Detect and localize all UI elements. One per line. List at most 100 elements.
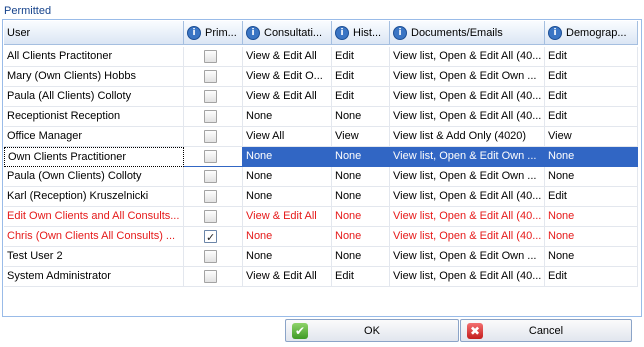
table-row[interactable]: Paula (Own Clients) Colloty None None View … [4,167,638,187]
cell-history[interactable]: None [332,207,390,227]
cell-user[interactable]: System Administrator [4,267,184,287]
column-header-demographics[interactable]: i Demograp... [545,21,638,44]
cell-user[interactable]: Karl (Reception) Kruszelnicki [4,187,184,207]
info-icon[interactable]: i [548,25,562,40]
column-header-user[interactable]: User [4,21,184,44]
cell-documents[interactable]: View list, Open & Edit All (40... [390,207,545,227]
cell-history[interactable]: Edit [332,47,390,67]
cell-consultations[interactable]: None [243,187,332,207]
table-row[interactable]: All Clients Practitoner View & Edit All Ed… [4,47,638,67]
table-row[interactable]: Mary (Own Clients) Hobbs View & Edit O...… [4,67,638,87]
primary-checkbox[interactable] [204,190,217,203]
table-row[interactable]: Karl (Reception) Kruszelnicki None None Vie… [4,187,638,207]
cell-demographics[interactable]: None [545,207,638,227]
cell-consultations[interactable]: View & Edit All [243,47,332,67]
cell-demographics[interactable]: Edit [545,107,638,127]
cancel-button[interactable]: ✖ Cancel [460,319,632,342]
cell-history[interactable]: Edit [332,267,390,287]
column-header-history[interactable]: i Hist... [332,21,390,44]
primary-checkbox[interactable] [204,210,217,223]
cell-documents[interactable]: View list, Open & Edit Own ... [390,167,545,187]
cell-consultations[interactable]: None [243,227,332,247]
cell-demographics[interactable]: None [545,147,638,167]
cell-demographics[interactable]: Edit [545,187,638,207]
cell-primary [184,267,243,287]
cell-consultations[interactable]: None [243,247,332,267]
primary-checkbox[interactable] [204,110,217,123]
cell-consultations[interactable]: None [243,147,332,167]
primary-checkbox[interactable] [204,70,217,83]
cell-demographics[interactable]: Edit [545,87,638,107]
ok-button[interactable]: ✔ OK [285,319,459,342]
table-row[interactable]: Receptionist Reception None None View list,… [4,107,638,127]
cell-demographics[interactable]: None [545,247,638,267]
cell-documents[interactable]: View list, Open & Edit Own ... [390,67,545,87]
cell-demographics[interactable]: None [545,167,638,187]
cell-consultations[interactable]: View & Edit All [243,207,332,227]
cell-user[interactable]: Chris (Own Clients All Consults) ... [4,227,184,247]
info-icon[interactable]: i [187,25,201,40]
cell-user[interactable]: Test User 2 [4,247,184,267]
cancel-icon: ✖ [467,323,483,339]
primary-checkbox[interactable] [204,170,217,183]
cell-demographics[interactable]: View [545,127,638,147]
table-row[interactable]: Own Clients Practitioner None None View lis… [4,147,638,167]
info-icon[interactable]: i [393,25,407,40]
primary-checkbox[interactable] [204,150,217,163]
column-header-primary[interactable]: i Prim... [184,21,243,44]
cell-documents[interactable]: View list, Open & Edit All (40... [390,47,545,67]
cell-documents[interactable]: View list & Add Only (4020) [390,127,545,147]
cell-user[interactable]: Mary (Own Clients) Hobbs [4,67,184,87]
info-icon[interactable]: i [335,25,349,40]
cell-user[interactable]: Office Manager [4,127,184,147]
cell-history[interactable]: None [332,107,390,127]
permissions-grid[interactable]: User i Prim... i Consultati... i Hist...… [4,21,638,313]
cell-user[interactable]: Receptionist Reception [4,107,184,127]
column-header-documents[interactable]: i Documents/Emails [390,21,545,44]
cell-demographics[interactable]: Edit [545,67,638,87]
cell-user[interactable]: Paula (All Clients) Colloty [4,87,184,107]
cell-user[interactable]: All Clients Practitoner [4,47,184,67]
cell-history[interactable]: Edit [332,67,390,87]
cell-demographics[interactable]: None [545,227,638,247]
primary-checkbox[interactable] [204,50,217,63]
cell-documents[interactable]: View list, Open & Edit Own ... [390,147,545,167]
primary-checkbox[interactable] [204,250,217,263]
cell-consultations[interactable]: View & Edit All [243,267,332,287]
cell-consultations[interactable]: None [243,107,332,127]
cell-consultations[interactable]: View & Edit O... [243,67,332,87]
cell-documents[interactable]: View list, Open & Edit All (40... [390,87,545,107]
cell-consultations[interactable]: View All [243,127,332,147]
cell-history[interactable]: Edit [332,87,390,107]
primary-checkbox[interactable] [204,130,217,143]
primary-checkbox[interactable] [204,228,217,246]
primary-checkbox[interactable] [204,270,217,283]
table-row[interactable]: Edit Own Clients and All Consults... View… [4,207,638,227]
cell-consultations[interactable]: None [243,167,332,187]
cell-history[interactable]: None [332,227,390,247]
cell-user[interactable]: Paula (Own Clients) Colloty [4,167,184,187]
cell-history[interactable]: None [332,147,390,167]
cell-documents[interactable]: View list, Open & Edit All (40... [390,107,545,127]
cell-demographics[interactable]: Edit [545,47,638,67]
cell-user[interactable]: Edit Own Clients and All Consults... [4,207,184,227]
cell-documents[interactable]: View list, Open & Edit All (40... [390,187,545,207]
table-row[interactable]: Paula (All Clients) Colloty View & Edit A… [4,87,638,107]
cell-demographics[interactable]: Edit [545,267,638,287]
cell-documents[interactable]: View list, Open & Edit All (40... [390,267,545,287]
cell-history[interactable]: None [332,247,390,267]
cell-user[interactable]: Own Clients Practitioner [4,147,184,167]
column-header-consultations[interactable]: i Consultati... [243,21,332,44]
cell-documents[interactable]: View list, Open & Edit Own ... [390,247,545,267]
cell-documents[interactable]: View list, Open & Edit All (40... [390,227,545,247]
primary-checkbox[interactable] [204,90,217,103]
cell-history[interactable]: View [332,127,390,147]
table-row[interactable]: System Administrator View & Edit All Edit V… [4,267,638,287]
info-icon[interactable]: i [246,25,260,40]
cell-consultations[interactable]: View & Edit All [243,87,332,107]
table-row[interactable]: Chris (Own Clients All Consults) ... None… [4,227,638,247]
cell-history[interactable]: None [332,167,390,187]
table-row[interactable]: Office Manager View All View View list & Ad… [4,127,638,147]
table-row[interactable]: Test User 2 None None View list, Open & Edi… [4,247,638,267]
cell-history[interactable]: None [332,187,390,207]
